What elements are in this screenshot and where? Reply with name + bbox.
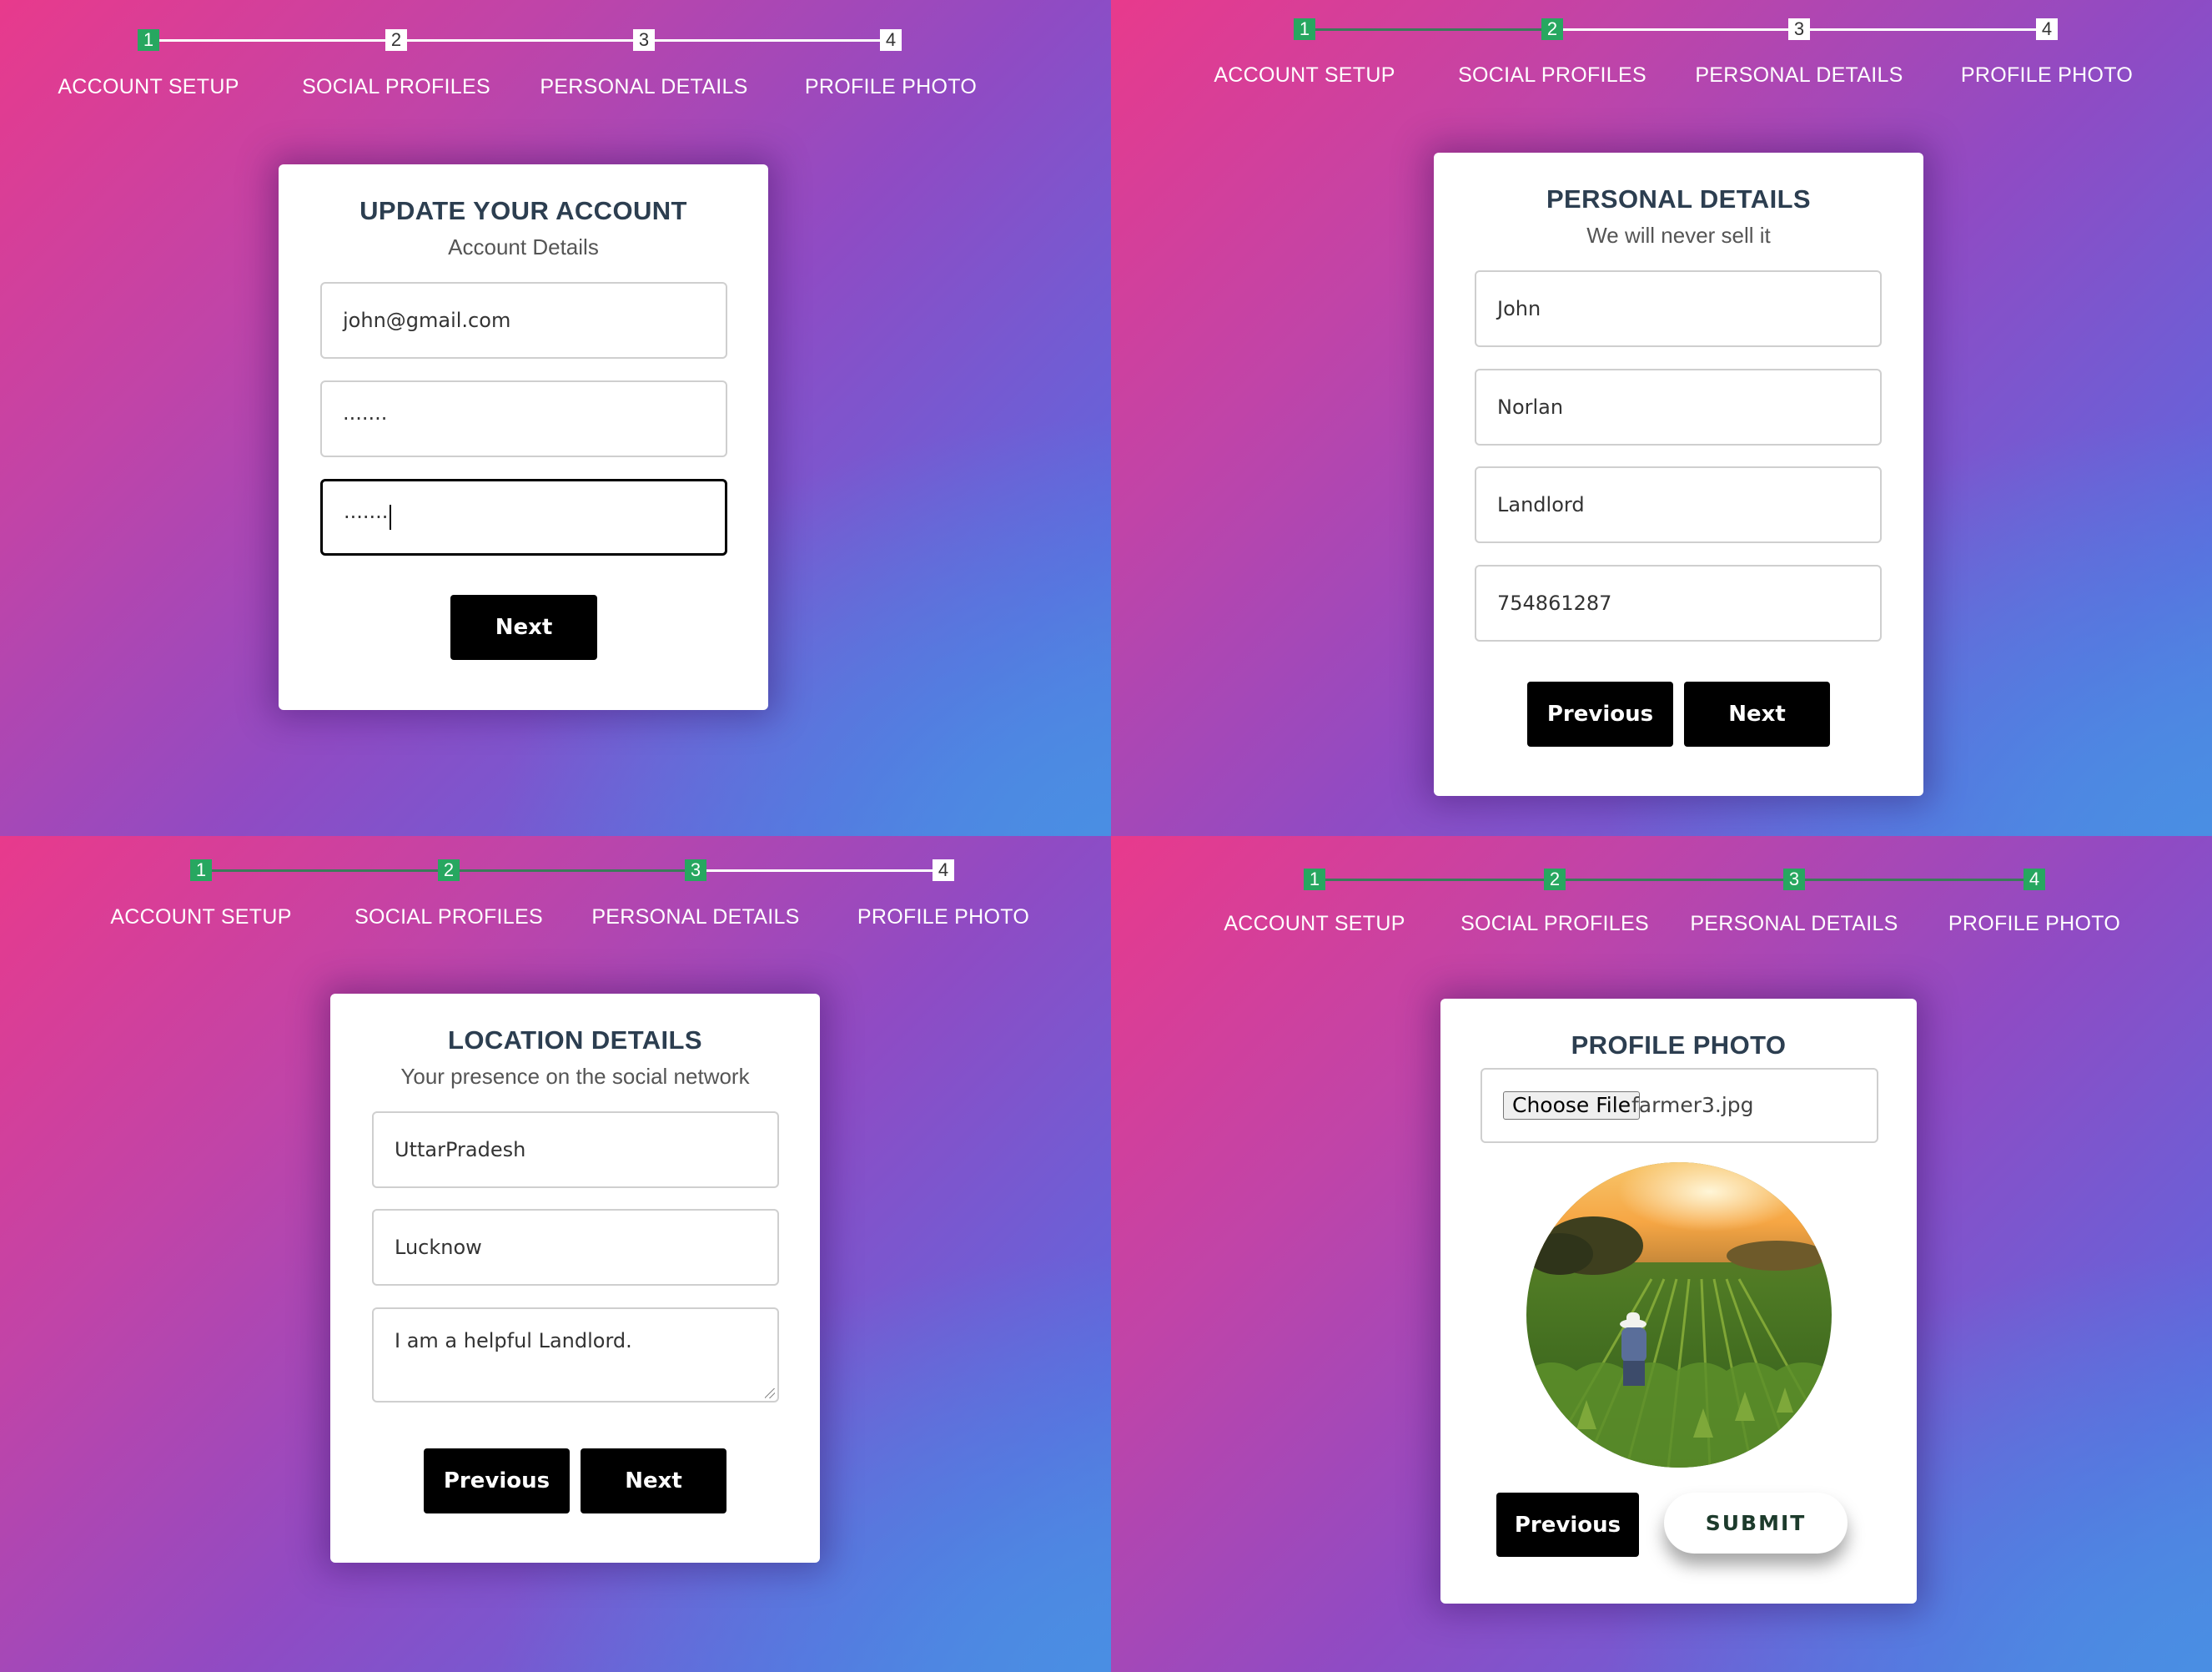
step-2-indicator: 2	[438, 859, 460, 881]
step-3-indicator: 3	[685, 859, 706, 881]
bio-value: I am a helpful Landlord.	[395, 1329, 632, 1352]
phone-field[interactable]: 754861287	[1475, 565, 1882, 642]
phone-value: 754861287	[1497, 592, 1612, 615]
form-card: PERSONAL DETAILS We will never sell it J…	[1434, 153, 1923, 796]
step-1-indicator: 1	[138, 29, 159, 51]
step-1-indicator: 1	[190, 859, 212, 881]
step-label-profile-photo: PROFILE PHOTO	[1960, 63, 2134, 87]
file-upload-field[interactable]: Choose File farmer3.jpg	[1481, 1068, 1878, 1143]
step-1-indicator: 1	[1294, 18, 1315, 40]
choose-file-button[interactable]: Choose File	[1503, 1091, 1641, 1120]
step-label-profile-photo: PROFILE PHOTO	[857, 905, 1030, 929]
step-label-profile-photo: PROFILE PHOTO	[1948, 912, 2121, 935]
step-4-indicator: 4	[2036, 18, 2058, 40]
first-name-value: John	[1497, 297, 1541, 320]
submit-button[interactable]: SUBMIT	[1664, 1493, 1848, 1554]
step-2-indicator: 2	[1544, 869, 1566, 890]
form-title: LOCATION DETAILS	[448, 1025, 702, 1055]
profile-photo-panel: 1 2 3 4 ACCOUNT SETUP SOCIAL PROFILES PE…	[1111, 836, 2212, 1672]
step-label-social-profiles: SOCIAL PROFILES	[1458, 63, 1646, 87]
form-title: PERSONAL DETAILS	[1546, 184, 1811, 214]
confirm-password-value: ·······	[344, 506, 389, 529]
file-name: farmer3.jpg	[1631, 1093, 1754, 1117]
step-2-indicator: 2	[385, 29, 407, 51]
step-label-account-setup: ACCOUNT SETUP	[110, 905, 292, 929]
next-button[interactable]: Next	[450, 595, 597, 660]
step-label-account-setup: ACCOUNT SETUP	[1224, 912, 1405, 935]
account-setup-panel: 1 2 3 4 ACCOUNT SETUP SOCIAL PROFILES PE…	[0, 0, 1111, 836]
step-2-indicator: 2	[1541, 18, 1563, 40]
form-title: UPDATE YOUR ACCOUNT	[359, 196, 687, 225]
step-3-indicator: 3	[633, 29, 655, 51]
state-value: UttarPradesh	[395, 1138, 526, 1161]
email-value: john@gmail.com	[343, 309, 511, 332]
city-value: Lucknow	[395, 1236, 482, 1259]
progress-track-done	[1305, 28, 1552, 31]
progress-track-done	[1315, 879, 2034, 881]
form-subtitle: We will never sell it	[1586, 223, 1771, 248]
personal-details-panel: 1 2 3 4 ACCOUNT SETUP SOCIAL PROFILES PE…	[1111, 0, 2212, 836]
occupation-value: Landlord	[1497, 493, 1585, 516]
password-value: ·······	[343, 407, 388, 431]
step-label-personal-details: PERSONAL DETAILS	[591, 905, 800, 929]
previous-button[interactable]: Previous	[424, 1448, 570, 1513]
form-subtitle: Account Details	[448, 234, 599, 259]
email-field[interactable]: john@gmail.com	[320, 282, 727, 359]
first-name-field[interactable]: John	[1475, 270, 1882, 347]
form-card: PROFILE PHOTO Choose File farmer3.jpg Pr…	[1440, 999, 1917, 1604]
city-field[interactable]: Lucknow	[372, 1209, 779, 1286]
step-label-account-setup: ACCOUNT SETUP	[1214, 63, 1395, 87]
previous-button[interactable]: Previous	[1527, 682, 1673, 747]
resize-grip-icon[interactable]	[765, 1388, 775, 1398]
step-1-indicator: 1	[1304, 869, 1325, 890]
next-button[interactable]: Next	[1684, 682, 1830, 747]
form-card: LOCATION DETAILS Your presence on the so…	[330, 994, 820, 1563]
next-button[interactable]: Next	[581, 1448, 726, 1513]
confirm-password-field[interactable]: ·······	[320, 479, 727, 556]
state-field[interactable]: UttarPradesh	[372, 1111, 779, 1188]
form-subtitle: Your presence on the social network	[400, 1064, 750, 1089]
profile-photo-preview	[1526, 1162, 1832, 1468]
password-field[interactable]: ·······	[320, 380, 727, 457]
step-label-social-profiles: SOCIAL PROFILES	[354, 905, 543, 929]
step-4-indicator: 4	[933, 859, 954, 881]
step-4-indicator: 4	[880, 29, 902, 51]
previous-button[interactable]: Previous	[1496, 1493, 1639, 1557]
form-title: PROFILE PHOTO	[1571, 1030, 1787, 1060]
step-4-indicator: 4	[2023, 869, 2045, 890]
step-label-social-profiles: SOCIAL PROFILES	[302, 75, 490, 98]
farmer-field-image	[1526, 1162, 1832, 1468]
step-label-personal-details: PERSONAL DETAILS	[540, 75, 748, 98]
last-name-field[interactable]: Norlan	[1475, 369, 1882, 446]
step-label-social-profiles: SOCIAL PROFILES	[1460, 912, 1649, 935]
bio-textarea[interactable]: I am a helpful Landlord.	[372, 1307, 779, 1403]
location-details-panel: 1 2 3 4 ACCOUNT SETUP SOCIAL PROFILES PE…	[0, 836, 1111, 1672]
step-label-account-setup: ACCOUNT SETUP	[58, 75, 239, 98]
step-label-personal-details: PERSONAL DETAILS	[1695, 63, 1903, 87]
step-label-profile-photo: PROFILE PHOTO	[804, 75, 978, 98]
step-3-indicator: 3	[1788, 18, 1810, 40]
occupation-field[interactable]: Landlord	[1475, 466, 1882, 543]
form-card: UPDATE YOUR ACCOUNT Account Details john…	[279, 164, 768, 710]
text-caret	[390, 505, 392, 530]
last-name-value: Norlan	[1497, 395, 1564, 419]
step-label-personal-details: PERSONAL DETAILS	[1690, 912, 1898, 935]
progress-track	[696, 869, 943, 872]
progress-track	[148, 39, 891, 42]
step-3-indicator: 3	[1783, 869, 1805, 890]
